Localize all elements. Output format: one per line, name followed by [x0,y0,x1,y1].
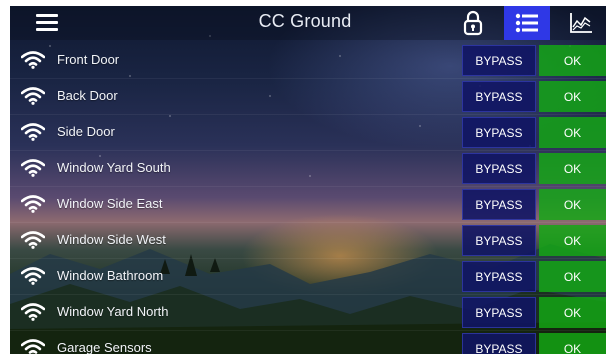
app-screen: CC Ground Front Door BYPASS OK Back Door… [10,6,606,354]
zone-status: OK [539,189,606,220]
wifi-icon [21,159,45,177]
zone-row-0: Front Door BYPASS OK [10,43,606,79]
zone-row-7: Window Yard North BYPASS OK [10,295,606,331]
zone-status: OK [539,225,606,256]
zone-row-8: Garage Sensors BYPASS OK [10,331,606,354]
zone-name: Window Side West [57,232,166,247]
zone-row-5: Window Side West BYPASS OK [10,223,606,259]
list-icon[interactable] [504,6,550,40]
zone-name: Garage Sensors [57,340,152,354]
bypass-button[interactable]: BYPASS [462,153,536,184]
zone-row-2: Side Door BYPASS OK [10,115,606,151]
zone-name: Window Side East [57,196,163,211]
zone-name: Back Door [57,88,118,103]
zone-name: Window Yard South [57,160,171,175]
wifi-icon [21,303,45,321]
zone-status: OK [539,297,606,328]
zone-row-1: Back Door BYPASS OK [10,79,606,115]
zone-status: OK [539,81,606,112]
bypass-button[interactable]: BYPASS [462,225,536,256]
zone-status: OK [539,333,606,354]
zone-row-4: Window Side East BYPASS OK [10,187,606,223]
wifi-icon [21,339,45,354]
wifi-icon [21,267,45,285]
bypass-button[interactable]: BYPASS [462,261,536,292]
wifi-icon [21,51,45,69]
zone-status: OK [539,117,606,148]
zone-name: Front Door [57,52,120,67]
menu-icon[interactable] [36,14,58,32]
zone-status: OK [539,261,606,292]
bypass-button[interactable]: BYPASS [462,297,536,328]
lock-icon[interactable] [450,6,496,40]
bypass-button[interactable]: BYPASS [462,117,536,148]
chart-icon[interactable] [558,6,604,40]
zone-list: Front Door BYPASS OK Back Door BYPASS OK… [10,43,606,354]
bypass-button[interactable]: BYPASS [462,45,536,76]
wifi-icon [21,231,45,249]
wifi-icon [21,195,45,213]
zone-row-3: Window Yard South BYPASS OK [10,151,606,187]
bypass-button[interactable]: BYPASS [462,189,536,220]
bypass-button[interactable]: BYPASS [462,333,536,354]
wifi-icon [21,87,45,105]
zone-name: Side Door [57,124,115,139]
wifi-icon [21,123,45,141]
top-bar: CC Ground [10,6,606,40]
zone-row-6: Window Bathroom BYPASS OK [10,259,606,295]
zone-name: Window Bathroom [57,268,164,283]
page-title: CC Ground [258,11,352,31]
zone-status: OK [539,153,606,184]
bypass-button[interactable]: BYPASS [462,81,536,112]
zone-name: Window Yard North [57,304,169,319]
zone-status: OK [539,45,606,76]
